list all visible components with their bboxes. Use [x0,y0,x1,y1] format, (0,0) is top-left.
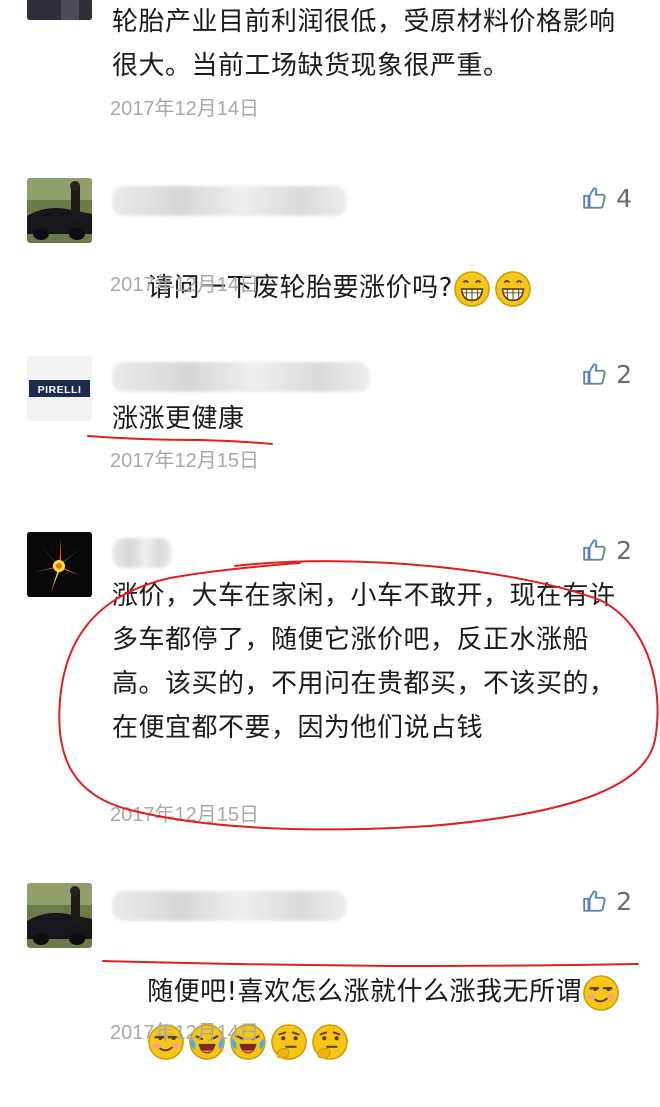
comment-text: 涨涨更健康 [112,404,245,434]
comment-date: 2017年12月14日 [110,274,259,296]
comment-date: 2017年12月15日 [110,804,259,826]
comment-item: 轮胎产业目前利润很低，受原材料价格影响很大。当前工场缺货现象很严重。 2017年… [0,0,660,130]
commenter-name[interactable] [112,891,347,921]
commenter-name[interactable] [112,362,370,392]
like-count: 2 [616,535,632,565]
thumbs-up-icon [583,363,606,385]
like-count: 2 [616,886,632,916]
comments-screen: { "comments": [ { "name": "", "text": "轮… [0,0,660,1060]
comment-date: 2017年12月14日 [110,98,259,120]
avatar[interactable]: PIRELLI [27,356,92,421]
like-count: 4 [616,183,632,213]
comment-item: 2 随便吧!喜欢怎么涨就什么涨我无所谓 2017年12月14日 [0,883,660,1060]
commenter-name[interactable] [112,538,172,568]
thinking-icon [271,1023,307,1060]
like-button[interactable]: 2 [582,356,632,392]
avatar[interactable] [27,532,92,597]
like-button[interactable]: 2 [582,883,632,919]
comment-item: 2 涨价，大车在家闲，小车不敢开，现在有许多车都停了，随便它涨价吧，反正水涨船高… [0,530,660,830]
grin-icon [454,270,490,307]
comment-date: 2017年12月14日 [110,1022,259,1044]
thumbs-up-icon [583,539,606,561]
comment-item: 4 请问一下废轮胎要涨价吗? 2017年12月14日 [0,178,660,307]
commenter-name[interactable] [112,186,347,216]
thinking-icon [312,1023,348,1060]
grin-icon [495,270,531,307]
like-button[interactable]: 2 [582,532,632,568]
thumbs-up-icon [583,890,606,912]
thumbs-up-icon [583,187,606,209]
like-count: 2 [616,359,632,389]
like-button[interactable]: 4 [582,180,632,216]
avatar[interactable] [27,178,92,243]
comment-date: 2017年12月15日 [110,450,259,472]
comment-text: 涨价，大车在家闲，小车不敢开，现在有许多车都停了，随便它涨价吧，反正水涨船高。该… [112,581,616,743]
avatar[interactable] [27,0,92,20]
avatar-logo-text: PIRELLI [38,384,82,396]
comment-text: 轮胎产业目前利润很低，受原材料价格影响很大。当前工场缺货现象很严重。 [112,7,616,81]
comment-item: PIRELLI 2 涨涨更健康 2017年12月15日 [0,354,660,479]
avatar[interactable] [27,883,92,948]
